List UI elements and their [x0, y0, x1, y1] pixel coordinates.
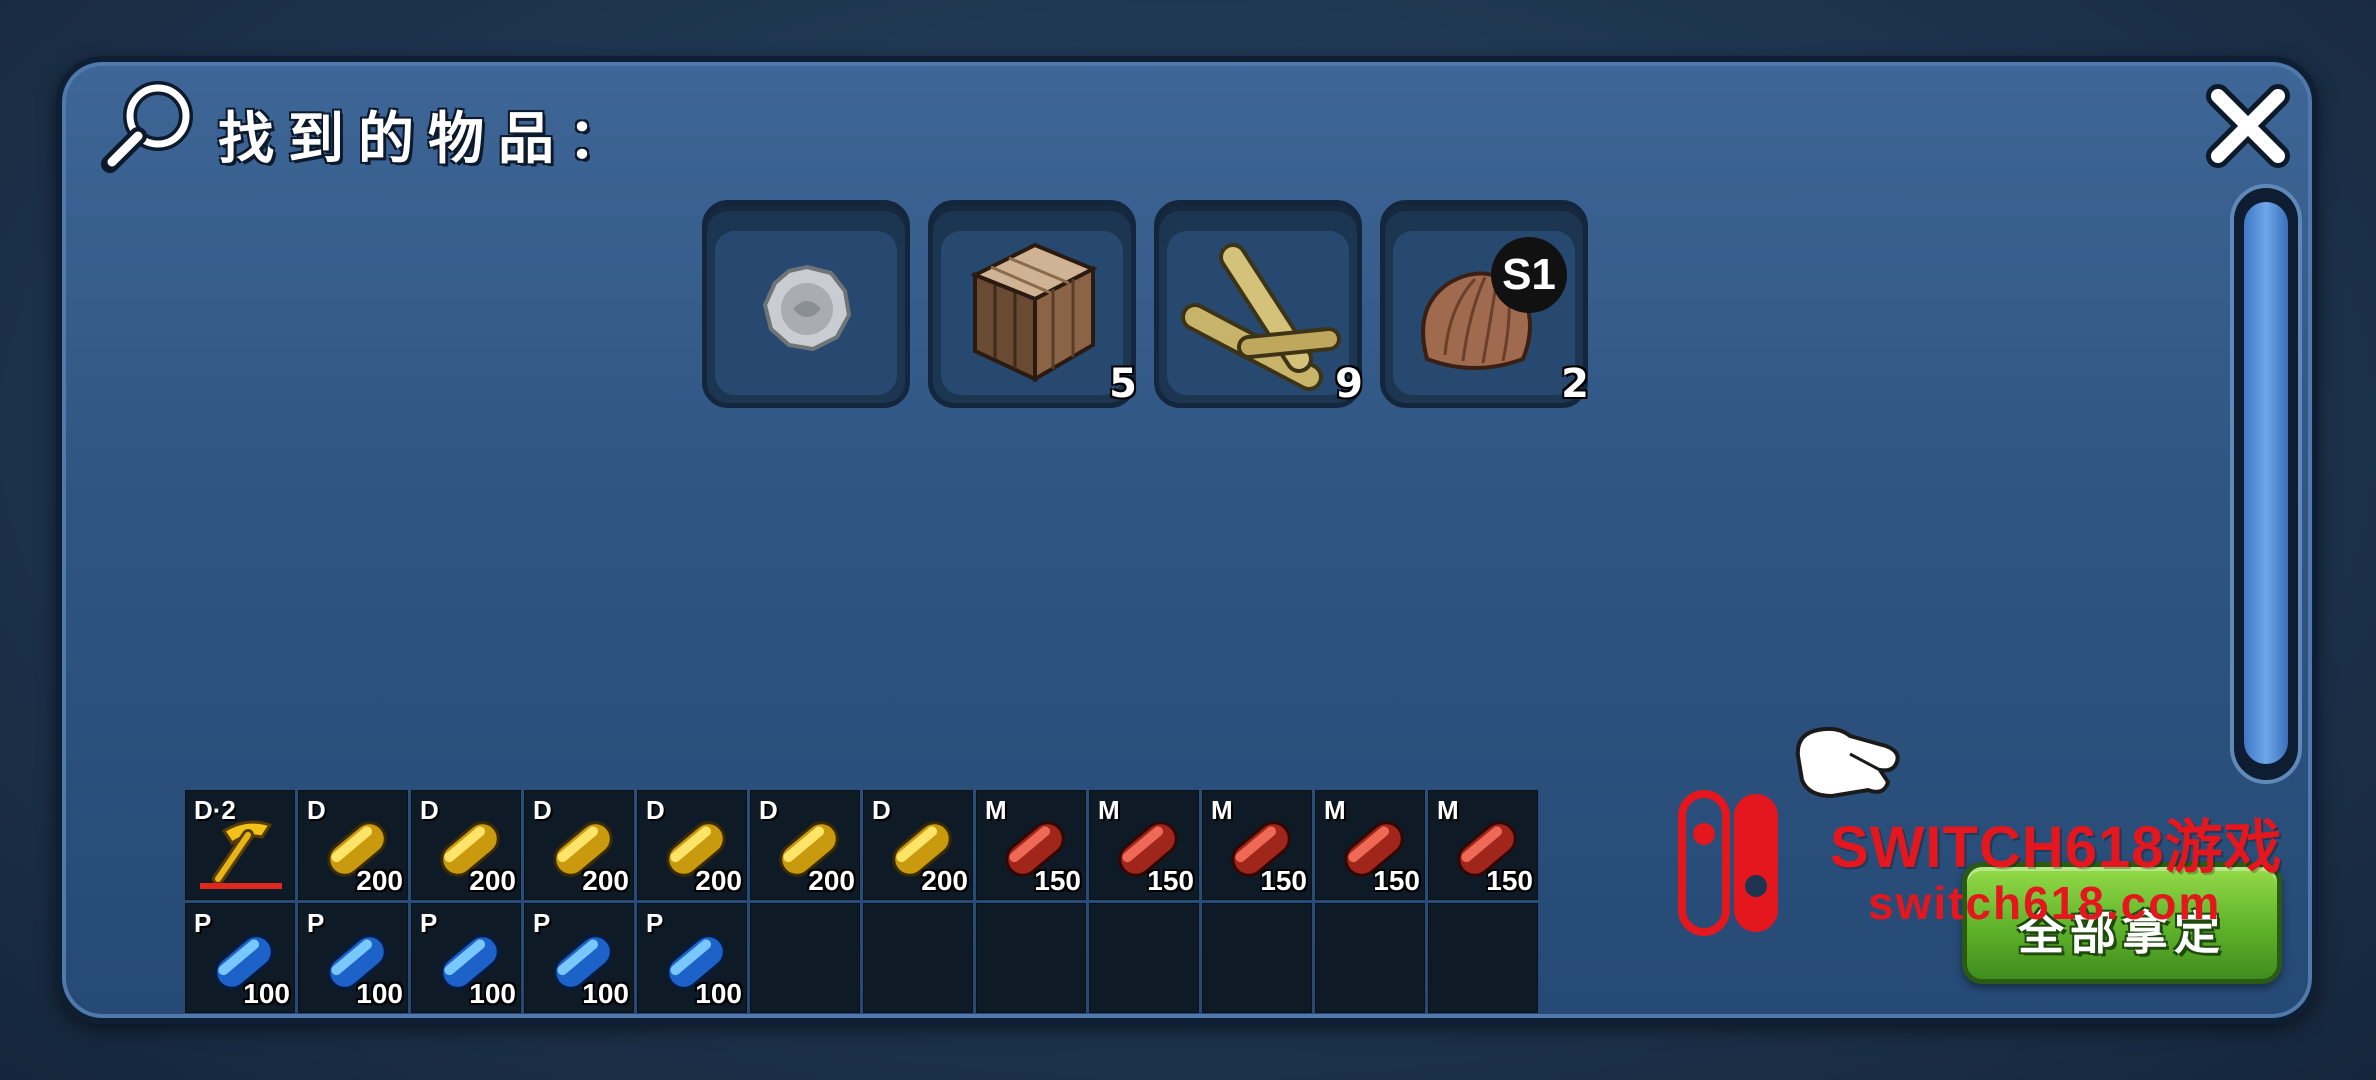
found-item-slot[interactable]: 5 [928, 200, 1137, 408]
slot-qty: 150 [1147, 865, 1194, 896]
stage-badge: S1 [1491, 237, 1567, 313]
slot-tag: P [194, 908, 212, 938]
slot-tag: P [646, 908, 664, 938]
slot-qty: 100 [582, 978, 629, 1009]
slot-tag: M [985, 795, 1007, 825]
slot-qty: 200 [921, 865, 968, 896]
slot-qty: 200 [808, 865, 855, 896]
found-item-slot[interactable]: 9 [1154, 200, 1363, 408]
wooden-crate-icon [970, 242, 1098, 383]
inventory-slot[interactable]: M 150 [1428, 790, 1538, 900]
found-item-slot[interactable]: S1 2 [1380, 200, 1589, 408]
inventory-slot[interactable]: P 100 [185, 903, 295, 1013]
slot-qty: 150 [1260, 865, 1307, 896]
inventory-slot[interactable]: M 150 [1315, 790, 1425, 900]
inventory-slot[interactable]: P 100 [411, 903, 521, 1013]
slot-qty: 200 [695, 865, 742, 896]
slot-qty: 100 [695, 978, 742, 1009]
inventory-slot[interactable]: M 150 [1089, 790, 1199, 900]
pointing-hand-icon [1795, 726, 1900, 799]
switch-logo-watermark [1678, 790, 1778, 936]
slot-qty: 150 [1373, 865, 1420, 896]
slot-tag: P [420, 908, 438, 938]
empty-inventory-slot[interactable] [750, 903, 860, 1013]
slot-qty: 200 [356, 865, 403, 896]
watermark-text-2: switch618.com [1868, 877, 2222, 929]
slot-tag: D [872, 795, 891, 825]
scroll-thumb[interactable] [2244, 202, 2288, 764]
close-icon[interactable] [2206, 84, 2290, 168]
empty-inventory-slot[interactable] [976, 903, 1086, 1013]
inventory-slot[interactable]: P 100 [637, 903, 747, 1013]
slot-tag: D [646, 795, 665, 825]
slot-tag: M [1437, 795, 1459, 825]
inventory-grid: D·2 D 200 D 200 D 200 D 200 D 200 D 200 … [185, 790, 1547, 1016]
empty-inventory-slot[interactable] [1428, 903, 1538, 1013]
magnifier-icon [101, 81, 193, 173]
empty-inventory-slot[interactable] [863, 903, 973, 1013]
empty-inventory-slot[interactable] [1089, 903, 1199, 1013]
panel-title: 找到的物品： [218, 107, 638, 172]
inventory-slot[interactable]: M 150 [1202, 790, 1312, 900]
item-count: 9 [1335, 361, 1363, 407]
inventory-slot[interactable]: D 200 [637, 790, 747, 900]
inventory-slot[interactable]: D 200 [411, 790, 521, 900]
slot-tag: P [307, 908, 325, 938]
slot-tag: M [1324, 795, 1346, 825]
wooden-sticks-icon [1181, 243, 1341, 391]
slot-qty: 100 [356, 978, 403, 1009]
slot-tag: M [1098, 795, 1120, 825]
slot-tag: D [420, 795, 439, 825]
scrollbar[interactable] [2230, 184, 2302, 784]
silver-coin-icon [762, 264, 852, 352]
slot-qty: 100 [243, 978, 290, 1009]
slot-qty: 200 [469, 865, 516, 896]
inventory-slot[interactable]: D·2 [185, 790, 295, 900]
inventory-slot[interactable]: P 100 [298, 903, 408, 1013]
empty-inventory-slot[interactable] [1202, 903, 1312, 1013]
slot-tag: D [759, 795, 778, 825]
inventory-slot[interactable]: D 200 [750, 790, 860, 900]
slot-qty: 150 [1034, 865, 1081, 896]
durability-bar [200, 883, 282, 889]
inventory-slot[interactable]: M 150 [976, 790, 1086, 900]
slot-tag: D·2 [194, 795, 236, 825]
slot-tag: P [533, 908, 551, 938]
inventory-slot[interactable]: D 200 [524, 790, 634, 900]
watermark-text-1: SWITCH618游戏 [1830, 815, 2283, 880]
found-item-slot[interactable] [702, 200, 910, 408]
slot-qty: 150 [1486, 865, 1533, 896]
slot-qty: 100 [469, 978, 516, 1009]
inventory-slot[interactable]: P 100 [524, 903, 634, 1013]
slot-qty: 200 [582, 865, 629, 896]
item-count: 5 [1109, 361, 1137, 407]
empty-inventory-slot[interactable] [1315, 903, 1425, 1013]
item-count: 2 [1561, 361, 1589, 407]
inventory-slot[interactable]: D 200 [298, 790, 408, 900]
slot-tag: M [1211, 795, 1233, 825]
slot-tag: D [307, 795, 326, 825]
inventory-slot[interactable]: D 200 [863, 790, 973, 900]
slot-tag: D [533, 795, 552, 825]
